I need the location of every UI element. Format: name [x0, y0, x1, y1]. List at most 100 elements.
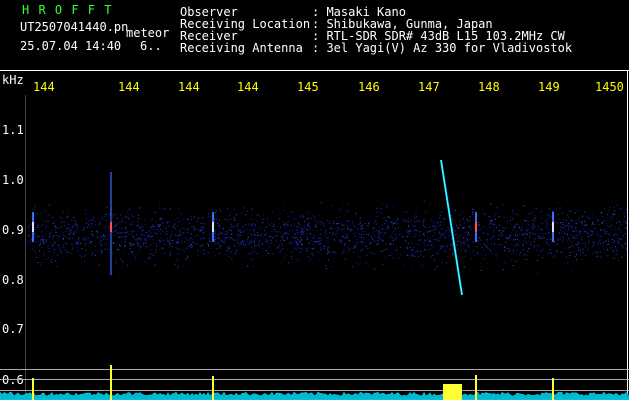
noise-pixel [208, 213, 210, 215]
noise-pixel [426, 231, 428, 233]
noise-pixel [486, 240, 488, 242]
noise-pixel [153, 231, 155, 233]
noise-pixel [229, 219, 231, 221]
noise-pixel [487, 247, 488, 249]
noise-pixel [542, 210, 543, 212]
noise-pixel [179, 229, 181, 231]
noise-pixel [312, 255, 314, 257]
noise-pixel [512, 252, 514, 254]
noise-pixel [618, 228, 620, 230]
noise-pixel [480, 270, 482, 271]
noise-pixel [430, 219, 432, 221]
noise-pixel [41, 246, 43, 248]
noise-pixel [341, 240, 343, 242]
noise-pixel [420, 250, 422, 252]
noise-pixel [573, 230, 575, 232]
noise-pixel [119, 232, 121, 234]
noise-pixel [329, 232, 331, 234]
noise-pixel [415, 209, 417, 211]
noise-pixel [609, 206, 611, 208]
noise-pixel [174, 242, 176, 244]
noise-pixel [125, 227, 127, 229]
noise-pixel [340, 241, 342, 243]
noise-pixel [327, 249, 329, 251]
noise-pixel [445, 251, 447, 253]
noise-pixel [343, 250, 345, 252]
noise-pixel [539, 211, 541, 213]
noise-pixel [534, 218, 536, 220]
noise-pixel [170, 240, 172, 242]
noise-pixel [225, 230, 227, 232]
noise-pixel [83, 256, 85, 257]
noise-pixel [68, 251, 69, 253]
noise-pixel [108, 251, 110, 253]
noise-pixel [479, 244, 481, 246]
noise-pixel [209, 240, 211, 241]
noise-pixel [573, 239, 575, 241]
noise-pixel [91, 233, 93, 235]
noise-pixel [384, 217, 386, 218]
noise-pixel [440, 248, 442, 249]
noise-pixel [397, 220, 398, 222]
noise-pixel [426, 244, 428, 246]
noise-pixel [196, 220, 198, 222]
noise-pixel [436, 222, 438, 224]
noise-pixel [290, 231, 292, 233]
noise-pixel [500, 235, 501, 237]
noise-pixel [218, 237, 220, 239]
noise-pixel [621, 245, 623, 246]
noise-pixel [139, 227, 141, 229]
noise-pixel [65, 236, 67, 238]
noise-pixel [63, 246, 65, 248]
noise-pixel [152, 225, 153, 227]
noise-pixel [472, 212, 474, 214]
noise-pixel [625, 246, 627, 248]
noise-pixel [331, 228, 333, 229]
noise-pixel [267, 217, 269, 219]
noise-pixel [419, 239, 421, 241]
noise-pixel [101, 240, 102, 242]
noise-pixel [232, 238, 234, 240]
noise-pixel [185, 247, 187, 248]
noise-pixel [290, 224, 292, 226]
noise-pixel [420, 230, 422, 232]
noise-pixel [216, 248, 218, 249]
noise-pixel [253, 218, 255, 220]
noise-pixel [332, 223, 334, 225]
noise-pixel [286, 238, 288, 240]
noise-pixel [39, 241, 41, 242]
noise-pixel [472, 241, 474, 243]
noise-pixel [557, 238, 559, 240]
noise-pixel [548, 224, 550, 226]
noise-pixel [609, 234, 611, 236]
noise-pixel [344, 214, 345, 216]
noise-pixel [179, 210, 181, 212]
noise-pixel [260, 235, 262, 237]
noise-pixel [138, 214, 139, 216]
noise-pixel [437, 225, 439, 227]
noise-pixel [76, 226, 78, 228]
noise-pixel [170, 251, 172, 253]
noise-pixel [588, 239, 590, 241]
noise-pixel [219, 247, 221, 249]
noise-pixel [434, 228, 436, 230]
noise-pixel [66, 227, 68, 229]
noise-pixel [140, 238, 141, 240]
noise-pixel [42, 261, 44, 263]
noise-pixel [532, 227, 534, 229]
noise-pixel [31, 248, 33, 250]
noise-pixel [597, 219, 599, 221]
noise-pixel [377, 201, 379, 203]
noise-pixel [242, 231, 244, 232]
noise-pixel [373, 222, 375, 224]
noise-pixel [292, 229, 294, 231]
noise-pixel [538, 238, 540, 239]
noise-pixel [308, 261, 310, 262]
noise-pixel [89, 226, 91, 228]
noise-pixel [129, 256, 131, 258]
noise-pixel [571, 228, 573, 230]
noise-pixel [68, 230, 70, 232]
noise-pixel [346, 251, 348, 253]
noise-pixel [112, 231, 114, 233]
noise-pixel [447, 237, 449, 239]
